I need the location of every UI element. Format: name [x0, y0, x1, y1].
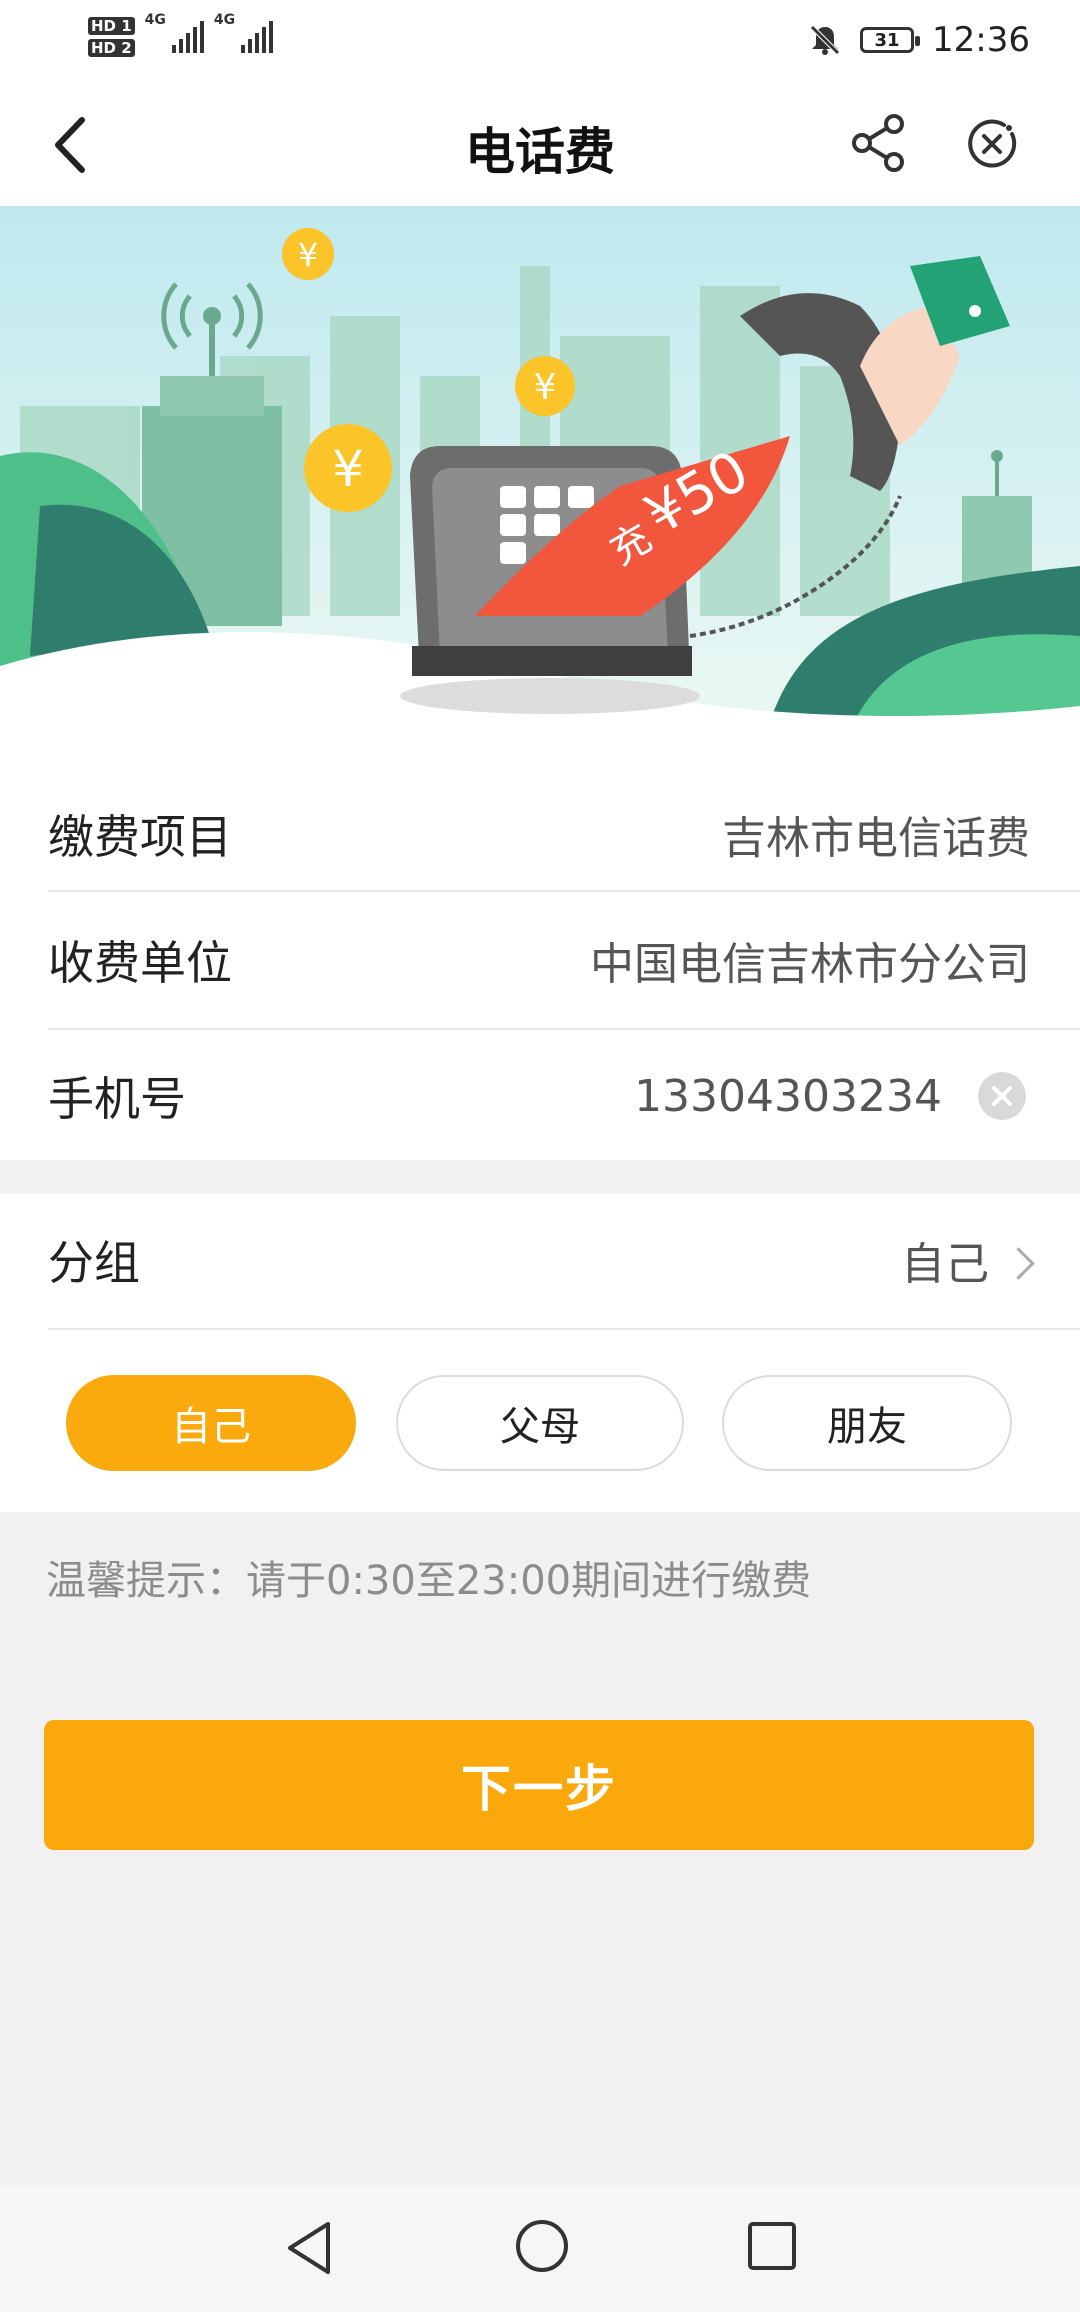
group-value: 自己 — [901, 1228, 1035, 1292]
group-option-parents[interactable]: 父母 — [396, 1375, 684, 1471]
group-option-label: 朋友 — [827, 1404, 907, 1450]
status-bar: HD 1 HD 2 4G 4G 31 12:36 — [0, 0, 1080, 82]
payee-value: 中国电信吉林市分公司 — [590, 939, 1030, 990]
tip-text: 温馨提示：请于0:30至23:00期间进行缴费 — [46, 1558, 812, 1604]
banner-illustration: ¥ ¥ ¥ 充 ¥50 — [0, 206, 1080, 766]
divider — [48, 1328, 1080, 1330]
phone-input[interactable]: 13304303234 — [634, 1071, 942, 1122]
system-navigation-bar — [0, 2186, 1080, 2312]
payment-item-label: 缴费项目 — [48, 810, 232, 864]
battery-level: 31 — [874, 29, 900, 51]
group-selected-value: 自己 — [901, 1239, 989, 1290]
title-bar: 电话费 — [0, 82, 1080, 206]
battery-icon: 31 — [860, 27, 921, 53]
mute-icon — [810, 25, 840, 55]
signal-icon-2 — [241, 21, 274, 53]
phone-label: 手机号 — [48, 1072, 186, 1126]
status-left: HD 1 HD 2 4G 4G — [88, 12, 274, 62]
sim1-label: HD 1 — [88, 17, 135, 35]
nav-home-icon[interactable] — [510, 2214, 574, 2278]
banner-graphic: ¥ ¥ ¥ 充 ¥50 — [0, 206, 1080, 766]
group-option-friends[interactable]: 朋友 — [722, 1375, 1012, 1471]
close-mini-program-icon[interactable] — [964, 116, 1020, 172]
network-type-2: 4G — [213, 12, 236, 28]
payment-item-row: 缴费项目 吉林市电信话费 — [48, 766, 1080, 902]
payee-label: 收费单位 — [48, 936, 232, 990]
status-time: 12:36 — [932, 20, 1030, 60]
clear-input-icon[interactable] — [978, 1072, 1026, 1120]
payment-item-value: 吉林市电信话费 — [722, 813, 1030, 864]
chevron-right-icon — [1002, 1246, 1035, 1280]
phone-row: 手机号 13304303234 — [48, 1028, 1080, 1164]
group-option-self[interactable]: 自己 — [66, 1375, 356, 1471]
status-right: 31 12:36 — [808, 12, 1030, 68]
signal-icon — [171, 21, 204, 53]
hd-icon: HD 1 HD 2 — [88, 17, 135, 57]
page-title: 电话费 — [465, 123, 615, 181]
network-type-1: 4G — [144, 12, 166, 28]
next-step-button[interactable]: 下一步 — [44, 1720, 1034, 1850]
svg-text:¥: ¥ — [298, 236, 318, 274]
group-option-label: 自己 — [171, 1404, 251, 1450]
payee-row: 收费单位 中国电信吉林市分公司 — [48, 892, 1080, 1028]
svg-text:¥: ¥ — [332, 440, 364, 498]
share-icon[interactable] — [848, 112, 910, 174]
nav-recent-apps-icon[interactable] — [740, 2214, 804, 2278]
group-row[interactable]: 分组 自己 — [48, 1194, 1080, 1326]
nav-back-icon[interactable] — [280, 2216, 344, 2280]
sim2-label: HD 2 — [88, 39, 135, 57]
group-option-label: 父母 — [500, 1404, 580, 1450]
svg-text:¥: ¥ — [534, 367, 557, 408]
payment-info-card: 缴费项目 吉林市电信话费 收费单位 中国电信吉林市分公司 手机号 1330430… — [0, 766, 1080, 1160]
group-label: 分组 — [48, 1236, 140, 1290]
